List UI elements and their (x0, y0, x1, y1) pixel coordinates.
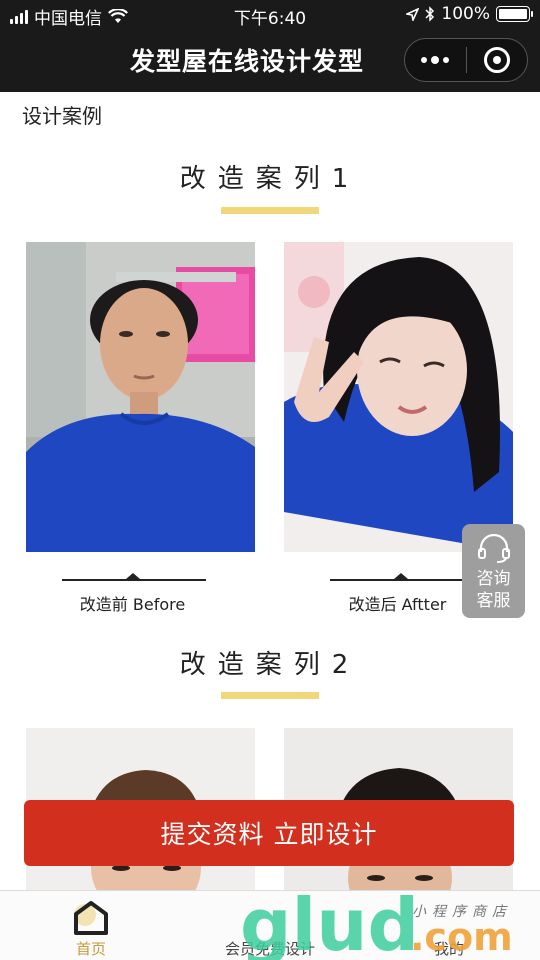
case-title-1: 改造案列1 (179, 164, 361, 194)
after-photo-image (284, 242, 513, 552)
after-photo[interactable] (284, 242, 513, 552)
tab-bar: 首页 会员免费设计 我的 (0, 890, 540, 960)
before-photo-image (26, 242, 255, 552)
tab-member-design[interactable]: 会员免费设计 (210, 891, 330, 960)
tab-member-label: 会员免费设计 (224, 940, 315, 958)
mini-program-capsule (404, 38, 528, 82)
section-label: 设计案例 (22, 104, 102, 128)
customer-service-button[interactable]: 咨询 客服 (462, 524, 525, 618)
before-caption-line (62, 579, 206, 581)
battery-fill (499, 9, 527, 19)
battery-percent: 100% (441, 4, 490, 24)
before-caption-marker (126, 573, 140, 579)
location-arrow-icon (406, 7, 420, 21)
more-dots-icon (421, 56, 450, 64)
tab-mine[interactable]: 我的 (414, 891, 484, 960)
tab-home-label: 首页 (75, 940, 106, 958)
battery-icon (496, 6, 533, 22)
case-underline-2 (221, 692, 319, 699)
status-right: 100% (406, 4, 533, 24)
home-icon (74, 901, 108, 935)
nav-bar: 发型屋在线设计发型 (0, 30, 540, 92)
close-mini-program-button[interactable] (467, 39, 528, 81)
target-icon (483, 47, 510, 73)
before-caption: 改造前 Before (79, 595, 186, 614)
before-photo[interactable] (26, 242, 255, 552)
case-underline-1 (221, 207, 319, 214)
case-title-2: 改造案列2 (179, 650, 361, 680)
page-title: 发型屋在线设计发型 (130, 47, 365, 76)
submit-design-button[interactable]: 提交资料 立即设计 (24, 800, 514, 866)
more-button[interactable] (405, 39, 466, 81)
headset-icon (477, 534, 510, 563)
tab-home[interactable]: 首页 (56, 891, 126, 960)
after-caption-marker (394, 573, 408, 579)
status-bar: 中国电信 下午6:40 100% (0, 0, 540, 30)
service-label-2: 客服 (476, 591, 511, 611)
tab-mine-label: 我的 (433, 940, 464, 958)
bluetooth-icon (425, 6, 435, 22)
after-caption-line (330, 579, 474, 581)
service-label-1: 咨询 (476, 569, 511, 589)
